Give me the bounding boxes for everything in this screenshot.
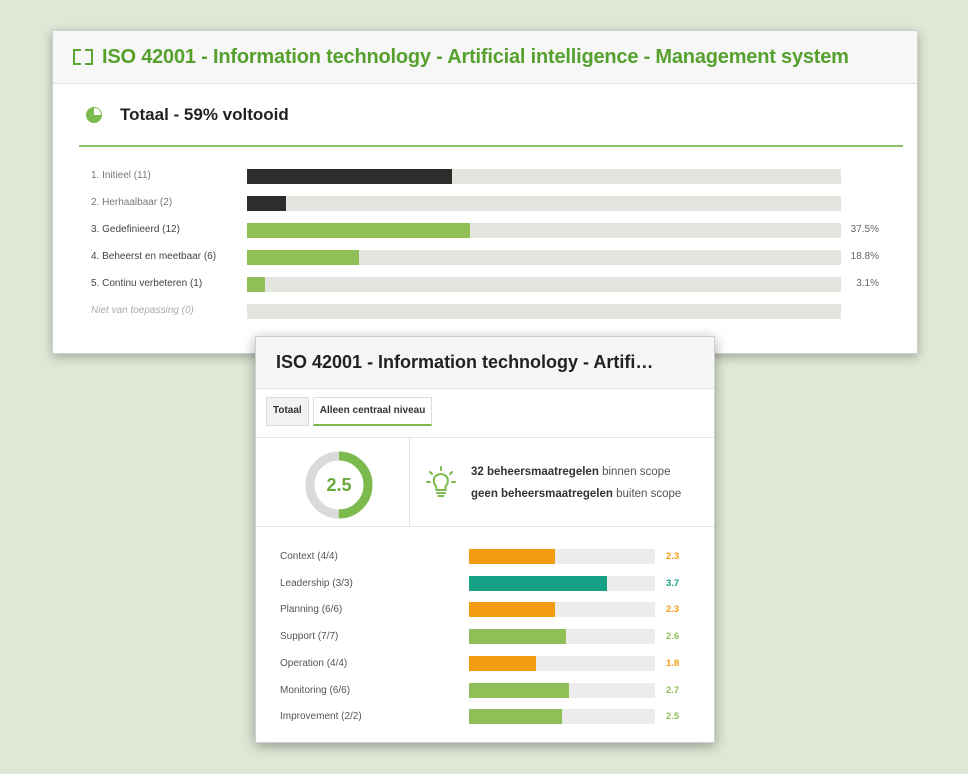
category-track	[469, 602, 655, 618]
maturity-level-row: 3. Gedefinieerd (12) 37.5%	[91, 223, 891, 239]
category-row: Context (4/4) 2.3	[280, 549, 700, 565]
maturity-level-label: 4. Beheerst en meetbaar (6)	[91, 251, 217, 262]
total-completion-label: Totaal - 59% voltooid	[120, 104, 289, 124]
tab-alleen-centraal-niveau[interactable]: Alleen centraal niveau	[312, 397, 433, 426]
category-fill	[469, 602, 555, 618]
maturity-level-label: 2. Herhaalbaar (2)	[91, 197, 173, 208]
expand-icon[interactable]	[73, 47, 93, 67]
maturity-level-label: 1. Initieel (11)	[91, 170, 151, 181]
category-row: Planning (6/6) 2.3	[280, 602, 700, 618]
category-score: 2.5	[666, 711, 680, 723]
category-row: Leadership (3/3) 3.7	[280, 575, 700, 592]
category-label: Planning (6/6)	[280, 604, 343, 616]
category-track	[469, 655, 655, 671]
category-fill	[469, 709, 562, 725]
score-detail-panel: ISO 42001 - Information technology - Art…	[255, 336, 715, 743]
panel-body: Totaal - 59% voltooid 1. Initieel (11) 2.…	[53, 84, 917, 353]
category-score: 1.8	[666, 657, 680, 669]
category-label: Improvement (2/2)	[280, 711, 362, 723]
score-value: 2.5	[326, 475, 352, 495]
tab-totaal[interactable]: Totaal	[266, 397, 309, 426]
lightbulb-icon	[426, 466, 456, 497]
category-fill	[469, 549, 555, 564]
maturity-level-row: 2. Herhaalbaar (2)	[91, 196, 891, 212]
category-track	[469, 549, 655, 564]
maturity-level-row: 1. Initieel (11)	[91, 169, 891, 185]
maturity-level-track	[247, 250, 841, 265]
category-label: Leadership (3/3)	[280, 577, 353, 589]
maturity-level-fill	[247, 223, 470, 238]
maturity-level-fill	[247, 250, 359, 265]
category-track	[469, 709, 655, 725]
category-row: Support (7/7) 2.6	[280, 629, 700, 645]
category-track	[469, 629, 655, 645]
total-heading: Totaal - 59% voltooid	[79, 84, 903, 147]
stats-section: 2.5 32 beheersmaatregelen binnen scope g…	[256, 437, 714, 527]
maturity-level-fill	[247, 196, 286, 211]
in-scope-count: 32 beheersmaatregelen binnen scope	[471, 466, 671, 478]
maturity-level-label: 3. Gedefinieerd (12)	[91, 224, 180, 235]
category-score: 2.3	[666, 604, 680, 616]
category-row: Improvement (2/2) 2.5	[280, 709, 700, 725]
maturity-level-percentage: 18.8%	[850, 251, 879, 262]
maturity-level-track	[247, 223, 841, 238]
maturity-overview-panel: ISO 42001 - Information technology - Art…	[52, 30, 918, 354]
panel-header: ISO 42001 - Information technology - Art…	[53, 31, 917, 84]
category-label: Support (7/7)	[280, 631, 339, 643]
maturity-level-label: Niet van toepassing (0)	[91, 305, 194, 316]
panel-header: ISO 42001 - Information technology - Art…	[256, 337, 714, 389]
maturity-level-row: Niet van toepassing (0)	[91, 304, 891, 320]
maturity-level-track	[247, 196, 841, 211]
maturity-level-percentage: 37.5%	[850, 224, 879, 235]
category-fill	[469, 629, 566, 645]
maturity-level-fill	[247, 277, 266, 292]
category-label: Operation (4/4)	[280, 657, 348, 669]
standard-title-truncated: ISO 42001 - Information technology - Art…	[276, 352, 654, 372]
view-tabs: Totaal Alleen centraal niveau	[266, 397, 436, 426]
maturity-level-percentage: 3.1%	[856, 278, 879, 289]
category-score: 3.7	[666, 577, 680, 589]
category-fill	[469, 575, 607, 591]
category-score: 2.6	[666, 631, 680, 643]
standard-title: ISO 42001 - Information technology - Art…	[102, 45, 849, 68]
category-label: Monitoring (6/6)	[280, 684, 351, 696]
divider	[409, 438, 410, 526]
category-track	[469, 575, 655, 591]
pie-chart-icon	[86, 106, 102, 123]
maturity-level-track	[247, 169, 841, 184]
out-scope-count: geen beheersmaatregelen buiten scope	[471, 488, 682, 500]
category-track	[469, 682, 655, 698]
maturity-level-track	[247, 277, 841, 292]
category-score: 2.3	[666, 551, 680, 562]
category-label: Context (4/4)	[280, 551, 338, 562]
category-row: Operation (4/4) 1.8	[280, 655, 700, 672]
category-fill	[469, 655, 536, 671]
category-score: 2.7	[666, 684, 680, 696]
maturity-level-row: 5. Continu verbeteren (1) 3.1%	[91, 277, 891, 293]
category-fill	[469, 682, 570, 698]
maturity-level-row: 4. Beheerst en meetbaar (6) 18.8%	[91, 250, 891, 266]
maturity-level-label: 5. Continu verbeteren (1)	[91, 278, 203, 289]
category-row: Monitoring (6/6) 2.7	[280, 682, 700, 699]
maturity-level-track	[247, 304, 841, 319]
maturity-level-fill	[247, 169, 452, 184]
